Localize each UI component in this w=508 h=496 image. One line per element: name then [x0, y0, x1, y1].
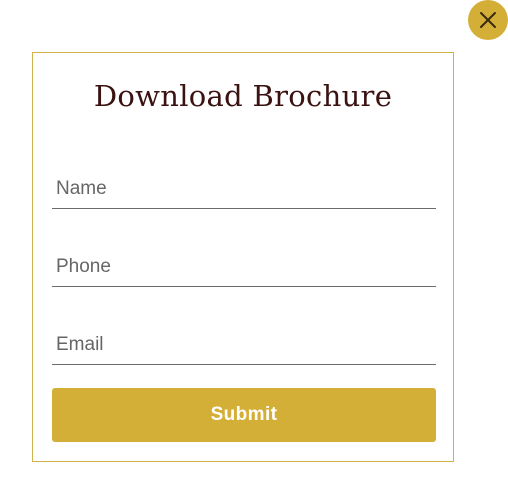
email-field[interactable]	[52, 325, 436, 364]
name-field-wrapper	[52, 169, 436, 209]
close-icon	[479, 11, 497, 29]
name-field[interactable]	[52, 169, 436, 208]
page: Download Brochure Submit	[0, 0, 508, 496]
close-button[interactable]	[468, 0, 508, 40]
submit-button[interactable]: Submit	[52, 388, 436, 442]
download-brochure-modal: Download Brochure Submit	[32, 52, 454, 462]
email-field-wrapper	[52, 325, 436, 365]
phone-field-wrapper	[52, 247, 436, 287]
phone-field[interactable]	[52, 247, 436, 286]
modal-title: Download Brochure	[93, 79, 393, 113]
